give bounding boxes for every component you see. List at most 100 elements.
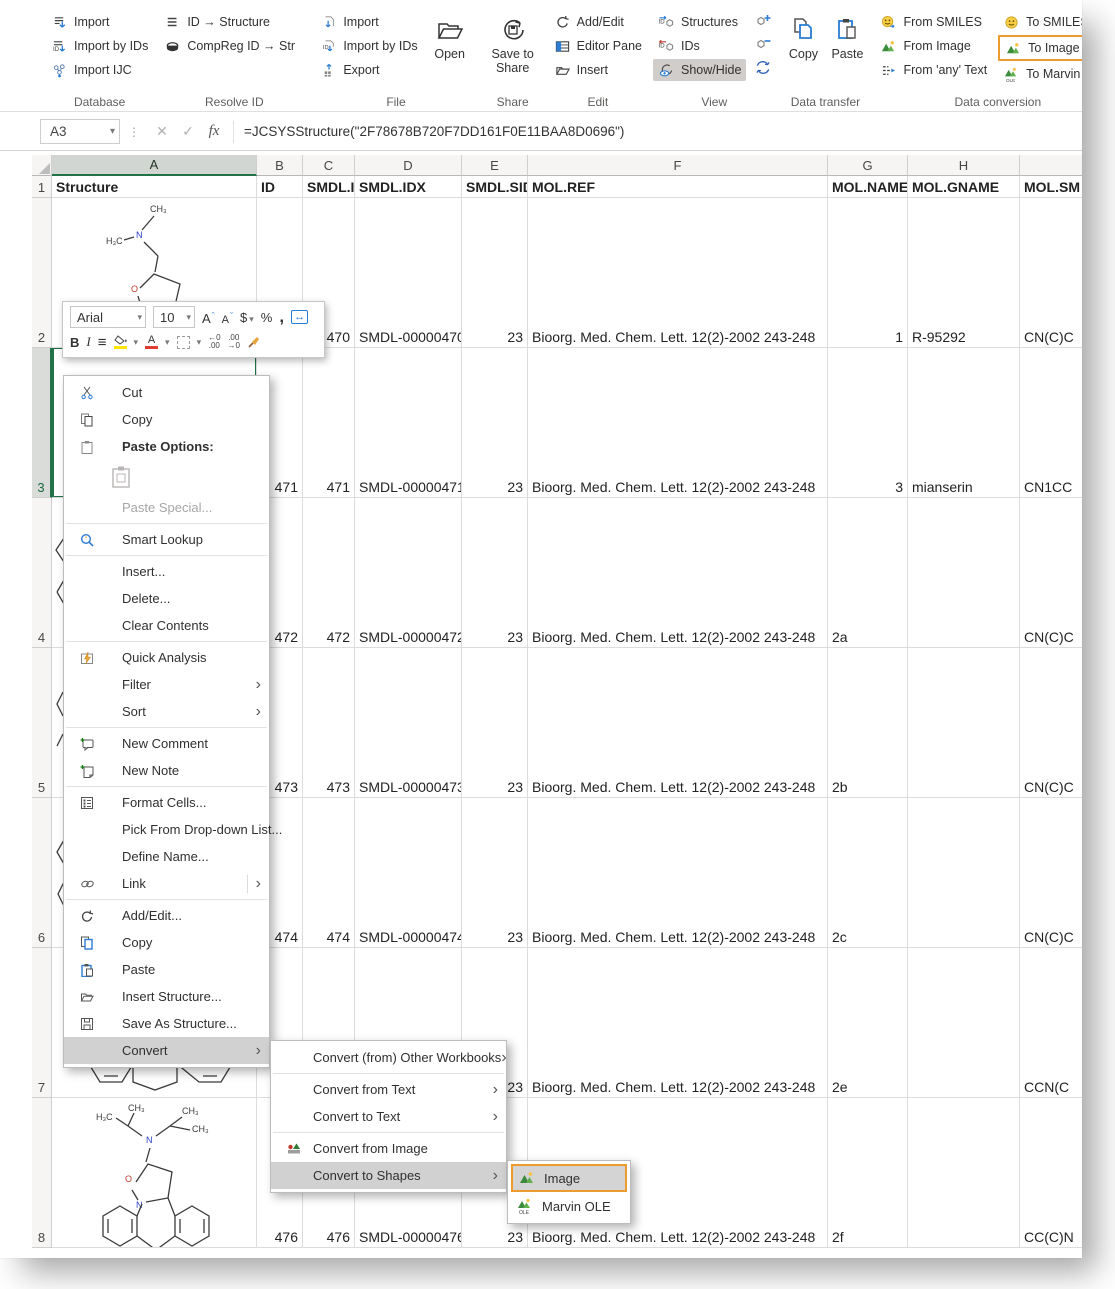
select-all-corner[interactable] (32, 155, 52, 176)
menu-item-convert-to-text[interactable]: Convert to Text› (271, 1103, 506, 1130)
row-header-7[interactable]: 7 (32, 948, 52, 1098)
cell-a8-structure[interactable]: H₃C CH₃ CH₃ CH₃ N O N (52, 1098, 257, 1248)
to-smiles-button[interactable]: To SMILES (998, 11, 1082, 33)
borders-button[interactable] (177, 336, 190, 349)
cell-f5[interactable]: Bioorg. Med. Chem. Lett. 12(2)-2002 243-… (528, 648, 828, 798)
menu-item-convert[interactable]: Convert› (64, 1037, 269, 1064)
menu-item-convert-from-text[interactable]: Convert from Text› (271, 1076, 506, 1103)
cell-i8[interactable]: CC(C)N (1020, 1098, 1082, 1248)
menu-item-new-note[interactable]: New Note (64, 757, 269, 784)
edit-editor-pane-button[interactable]: Editor Pane (549, 35, 647, 57)
open-button[interactable]: Open (423, 10, 477, 95)
to-marvin-ole-button[interactable]: OLE To Marvin OLE (998, 63, 1082, 85)
menu-item-define-name[interactable]: Define Name... (64, 843, 269, 870)
cell-e3[interactable]: 23 (462, 348, 528, 498)
db-import-ijc-button[interactable]: Import IJC (46, 59, 153, 81)
menu-item-format-cells[interactable]: Format Cells... (64, 789, 269, 816)
menu-item-paste-structure[interactable]: Paste (64, 956, 269, 983)
menu-item-clear-contents[interactable]: Clear Contents (64, 612, 269, 639)
col-header-c[interactable]: C (303, 155, 355, 176)
menu-item-filter[interactable]: Filter› (64, 671, 269, 698)
cell-g3[interactable]: 3 (828, 348, 908, 498)
row-header-5[interactable]: 5 (32, 648, 52, 798)
cell-f2[interactable]: Bioorg. Med. Chem. Lett. 12(2)-2002 243-… (528, 198, 828, 348)
accounting-format-button[interactable]: $▾ (240, 310, 254, 325)
col-header-f[interactable]: F (528, 155, 828, 176)
col-header-e[interactable]: E (462, 155, 528, 176)
shrink-font-button[interactable]: Aˇ (222, 308, 233, 325)
cell-c1[interactable]: SMDL.ID (303, 176, 355, 198)
cell-d4[interactable]: SMDL-00000472 (355, 498, 462, 648)
view-show-hide-button[interactable]: Show/Hide (653, 59, 746, 81)
row-header-1[interactable]: 1 (32, 176, 52, 198)
formula-input[interactable]: =JCSYSStructure("2F78678B720F7DD161F0E11… (244, 124, 624, 139)
cell-d5[interactable]: SMDL-00000473 (355, 648, 462, 798)
db-import-button[interactable]: Import (46, 11, 153, 33)
menu-item-delete[interactable]: Delete... (64, 585, 269, 612)
cell-e1[interactable]: SMDL.SID (462, 176, 528, 198)
menu-item-sort[interactable]: Sort› (64, 698, 269, 725)
cell-f1[interactable]: MOL.REF (528, 176, 828, 198)
db-import-by-ids-button[interactable]: ID Import by IDs (46, 35, 153, 57)
menu-item-new-comment[interactable]: New Comment (64, 730, 269, 757)
cell-i4[interactable]: CN(C)C (1020, 498, 1082, 648)
font-name-select[interactable]: Arial ▾ (70, 306, 146, 328)
bold-button[interactable]: B (70, 335, 79, 350)
borders-lines-icon[interactable]: ≡ (98, 334, 107, 351)
sync-icon-button[interactable] (753, 58, 773, 76)
cell-f3[interactable]: Bioorg. Med. Chem. Lett. 12(2)-2002 243-… (528, 348, 828, 498)
enter-formula-icon[interactable]: ✓ (175, 123, 201, 140)
menu-item-add-edit-structure[interactable]: Add/Edit... (64, 902, 269, 929)
row-header-2[interactable]: 2 (32, 198, 52, 348)
menu-item-pick-from-list[interactable]: Pick From Drop-down List... (64, 816, 269, 843)
cell-i1[interactable]: MOL.SM (1020, 176, 1082, 198)
decrease-decimal-button[interactable]: ←0 .00 (208, 334, 220, 350)
col-header-i[interactable] (1020, 155, 1082, 176)
cell-d6[interactable]: SMDL-00000474 (355, 798, 462, 948)
comma-style-button[interactable]: , (279, 307, 284, 327)
cell-g4[interactable]: 2a (828, 498, 908, 648)
hexagon-remove-button[interactable] (753, 35, 773, 53)
cell-g8[interactable]: 2f (828, 1098, 908, 1248)
menu-item-insert[interactable]: Insert... (64, 558, 269, 585)
row-header-3[interactable]: 3 (32, 348, 52, 498)
cell-c5[interactable]: 473 (303, 648, 355, 798)
menu-item-copy-structure[interactable]: Copy (64, 929, 269, 956)
cell-d1[interactable]: SMDL.IDX (355, 176, 462, 198)
menu-item-marvin-ole[interactable]: OLE Marvin OLE (511, 1192, 627, 1220)
menu-item-link[interactable]: Link › (64, 870, 269, 897)
row-header-4[interactable]: 4 (32, 498, 52, 648)
cell-e5[interactable]: 23 (462, 648, 528, 798)
col-header-a[interactable]: A (52, 155, 257, 176)
from-smiles-button[interactable]: From SMILES (875, 11, 992, 33)
edit-insert-button[interactable]: Insert (549, 59, 647, 81)
cell-h4[interactable] (908, 498, 1020, 648)
cell-f6[interactable]: Bioorg. Med. Chem. Lett. 12(2)-2002 243-… (528, 798, 828, 948)
col-header-b[interactable]: B (257, 155, 303, 176)
menu-item-smart-lookup[interactable]: Smart Lookup (64, 526, 269, 553)
cell-h7[interactable] (908, 948, 1020, 1098)
save-to-share-button[interactable]: Save to Share (483, 10, 543, 95)
menu-item-quick-analysis[interactable]: Quick Analysis (64, 644, 269, 671)
col-header-g[interactable]: G (828, 155, 908, 176)
chevron-down-icon[interactable]: ▾ (197, 337, 202, 348)
from-image-button[interactable]: From Image (875, 35, 992, 57)
cell-f4[interactable]: Bioorg. Med. Chem. Lett. 12(2)-2002 243-… (528, 498, 828, 648)
edit-add-edit-button[interactable]: Add/Edit (549, 11, 647, 33)
row-header-6[interactable]: 6 (32, 798, 52, 948)
chevron-down-icon[interactable]: ▾ (134, 337, 139, 348)
increase-decimal-button[interactable]: .00 →0 (228, 334, 240, 350)
menu-item-convert-to-shapes[interactable]: Convert to Shapes› (271, 1162, 506, 1189)
cancel-formula-icon[interactable]: ✕ (149, 123, 175, 140)
cell-g2[interactable]: 1 (828, 198, 908, 348)
chevron-down-icon[interactable]: ▾ (165, 337, 170, 348)
cell-i6[interactable]: CN(C)C (1020, 798, 1082, 948)
id-to-structure-button[interactable]: ID → Structure (159, 11, 300, 33)
file-export-button[interactable]: Export (315, 59, 422, 81)
cell-e2[interactable]: 23 (462, 198, 528, 348)
compreg-id-to-str-button[interactable]: CompReg ID → Str (159, 35, 300, 57)
cell-h2[interactable]: R-95292 (908, 198, 1020, 348)
grow-font-button[interactable]: Aˆ (202, 308, 215, 325)
from-any-text-button[interactable]: From 'any' Text (875, 59, 992, 81)
cell-c3[interactable]: 471 (303, 348, 355, 498)
